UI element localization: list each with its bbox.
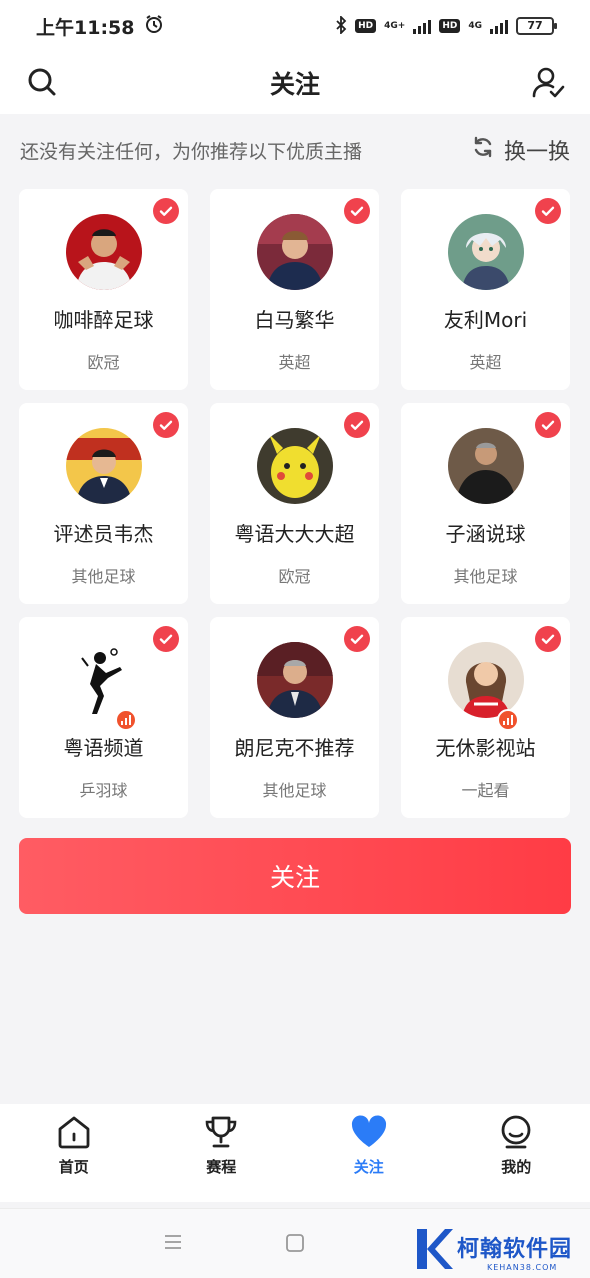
check-icon[interactable] xyxy=(344,412,370,438)
streamer-grid: 咖啡醉足球 欧冠 白马繁华 英超 友利Mori 英超 评述员韦杰 其他足球 粤语… xyxy=(19,189,571,818)
avatar xyxy=(447,214,524,290)
streamer-card[interactable]: 粤语频道 乒羽球 xyxy=(19,617,188,818)
streamer-name: 评述员韦杰 xyxy=(53,522,154,546)
signal-icon-2 xyxy=(490,18,508,34)
streamer-card[interactable]: 无休影视站 一起看 xyxy=(401,617,570,818)
streamer-tag: 其他足球 xyxy=(71,567,136,586)
profile-icon xyxy=(496,1112,536,1152)
network-label-2: 4G xyxy=(468,20,482,31)
nav-label-home: 首页 xyxy=(58,1158,89,1176)
check-icon[interactable] xyxy=(344,626,370,652)
streamer-card[interactable]: 友利Mori 英超 xyxy=(401,189,570,390)
page-title: 关注 xyxy=(269,70,320,99)
streamer-name: 白马繁华 xyxy=(254,308,335,332)
refresh-icon xyxy=(472,136,494,164)
nav-label-profile: 我的 xyxy=(501,1158,532,1176)
check-icon[interactable] xyxy=(153,412,179,438)
follow-button[interactable]: 关注 xyxy=(19,838,571,914)
hd-badge-2: HD xyxy=(439,19,461,33)
nav-item-schedule[interactable]: 赛程 xyxy=(148,1104,296,1202)
avatar xyxy=(256,642,333,718)
menu-icon[interactable] xyxy=(164,1234,182,1254)
streamer-tag: 乒羽球 xyxy=(79,781,128,800)
streamer-card[interactable]: 粤语大大大超 欧冠 xyxy=(210,403,379,604)
avatar xyxy=(65,428,142,504)
recommend-row: 还没有关注任何，为你推荐以下优质主播 换一换 xyxy=(0,114,590,186)
trophy-icon xyxy=(201,1112,241,1152)
streamer-card[interactable]: 白马繁华 英超 xyxy=(210,189,379,390)
bluetooth-icon xyxy=(335,14,347,37)
nav-label-follow: 关注 xyxy=(353,1158,384,1176)
recommend-text: 还没有关注任何，为你推荐以下优质主播 xyxy=(20,140,363,163)
streamer-card[interactable]: 咖啡醉足球 欧冠 xyxy=(19,189,188,390)
watermark-subtitle: KEHAN38.COM xyxy=(486,1262,558,1272)
bottom-nav: 首页 赛程 关注 我的 xyxy=(0,1104,590,1202)
streamer-name: 友利Mori xyxy=(443,308,528,332)
live-icon xyxy=(497,709,519,731)
user-check-icon[interactable] xyxy=(528,62,568,102)
streamer-name: 子涵说球 xyxy=(445,522,526,546)
status-bar: 上午11:58 HD 4G+ HD 4G 77 xyxy=(0,0,590,52)
header: 关注 xyxy=(0,52,590,114)
battery-icon: 77 xyxy=(516,17,557,35)
nav-item-follow[interactable]: 关注 xyxy=(295,1104,443,1202)
check-icon[interactable] xyxy=(535,626,561,652)
streamer-tag: 英超 xyxy=(278,353,311,372)
search-icon[interactable] xyxy=(22,62,62,102)
streamer-name: 朗尼克不推荐 xyxy=(234,736,355,760)
streamer-tag: 其他足球 xyxy=(262,781,327,800)
refresh-label: 换一换 xyxy=(503,140,570,165)
home-square-icon[interactable] xyxy=(286,1234,304,1256)
watermark-logo-icon xyxy=(413,1227,453,1275)
live-icon xyxy=(115,709,137,731)
streamer-tag: 英超 xyxy=(469,353,502,372)
streamer-tag: 其他足球 xyxy=(453,567,518,586)
status-right: HD 4G+ HD 4G 77 xyxy=(335,14,557,37)
status-left: 上午11:58 xyxy=(36,13,164,40)
avatar xyxy=(65,214,142,290)
avatar xyxy=(447,428,524,504)
check-icon[interactable] xyxy=(535,412,561,438)
streamer-card[interactable]: 子涵说球 其他足球 xyxy=(401,403,570,604)
alarm-icon xyxy=(144,14,164,39)
check-icon[interactable] xyxy=(344,198,370,224)
signal-icon-1 xyxy=(413,18,432,34)
system-nav-bar: 柯翰软件园 KEHAN38.COM xyxy=(0,1208,590,1278)
streamer-name: 粤语大大大超 xyxy=(234,522,355,546)
streamer-name: 无休影视站 xyxy=(435,736,536,760)
streamer-tag: 欧冠 xyxy=(87,353,120,372)
streamer-tag: 一起看 xyxy=(461,781,510,800)
avatar xyxy=(447,642,524,718)
hd-badge-1: HD xyxy=(355,19,377,33)
nav-item-home[interactable]: 首页 xyxy=(0,1104,148,1202)
streamer-name: 粤语频道 xyxy=(63,736,144,760)
check-icon[interactable] xyxy=(535,198,561,224)
nav-item-profile[interactable]: 我的 xyxy=(443,1104,590,1202)
refresh-button[interactable]: 换一换 xyxy=(472,134,570,166)
heart-icon xyxy=(349,1112,389,1152)
avatar xyxy=(65,642,142,718)
streamer-tag: 欧冠 xyxy=(278,567,311,586)
nav-label-schedule: 赛程 xyxy=(206,1158,237,1176)
network-label-1: 4G+ xyxy=(384,20,406,31)
streamer-name: 咖啡醉足球 xyxy=(53,308,154,332)
watermark: 柯翰软件园 KEHAN38.COM xyxy=(413,1227,572,1275)
home-icon xyxy=(54,1112,94,1152)
streamer-card[interactable]: 朗尼克不推荐 其他足球 xyxy=(210,617,379,818)
streamer-card[interactable]: 评述员韦杰 其他足球 xyxy=(19,403,188,604)
status-time: 上午11:58 xyxy=(36,16,135,39)
check-icon[interactable] xyxy=(153,626,179,652)
avatar xyxy=(256,214,333,290)
check-icon[interactable] xyxy=(153,198,179,224)
avatar xyxy=(256,428,333,504)
watermark-title: 柯翰软件园 xyxy=(456,1236,572,1262)
